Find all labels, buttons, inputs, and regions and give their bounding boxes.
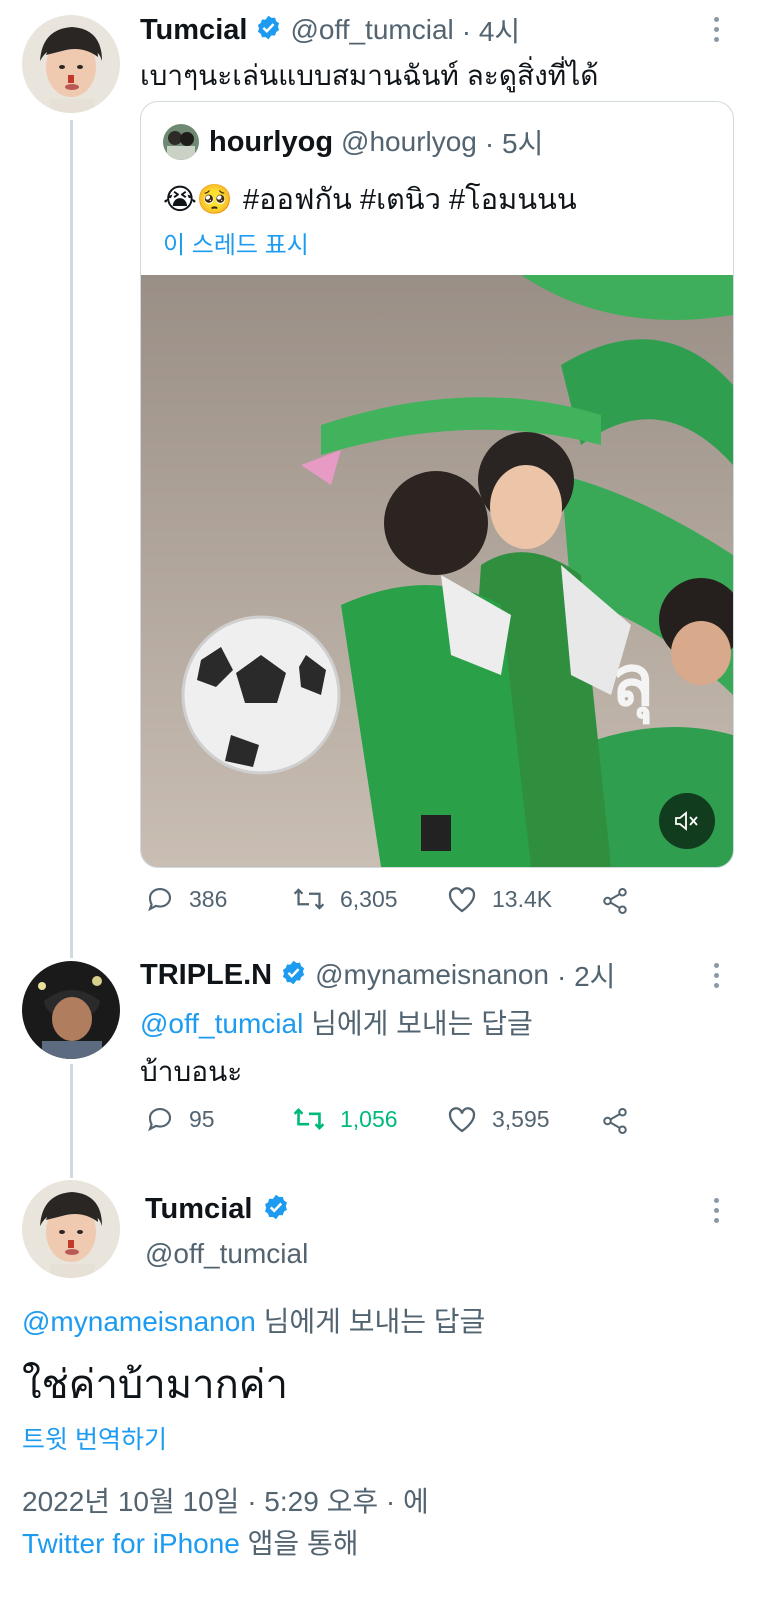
verified-badge-icon: [255, 14, 282, 46]
like-count: 13.4K: [492, 885, 553, 912]
more-options-icon[interactable]: [714, 17, 720, 47]
source-label: 앱을 통해: [239, 1528, 359, 1559]
quoted-hashtags[interactable]: #ออฟกัน #เตนิว #โอมนนน: [243, 176, 577, 222]
show-thread-link[interactable]: 이 스레드 표시: [163, 225, 309, 260]
retweet-count: 6,305: [340, 885, 398, 912]
tweet-datetime[interactable]: 2022년 10월 10일 · 5:29 오후 · 에: [22, 1480, 429, 1520]
quoted-author-name[interactable]: hourlyog: [209, 126, 333, 159]
author-handle[interactable]: @off_tumcial: [290, 14, 453, 46]
tweet-text: ใช่ค่าบ้ามากค่า: [22, 1363, 289, 1407]
emoji-text: 😭🥺: [163, 183, 233, 216]
thread-line: [70, 120, 73, 958]
tweet-text: บ้าบอนะ: [140, 1056, 243, 1087]
avatar[interactable]: [22, 1180, 120, 1278]
tweet-time[interactable]: · 2시: [557, 955, 615, 995]
reply-button[interactable]: 95: [145, 1104, 215, 1134]
retweet-button[interactable]: 1,056: [292, 1104, 398, 1134]
more-options-icon[interactable]: [714, 963, 720, 993]
share-button[interactable]: [600, 1106, 630, 1136]
avatar[interactable]: [163, 124, 199, 160]
share-button[interactable]: [600, 886, 630, 916]
more-options-icon[interactable]: [714, 1198, 720, 1228]
speaker-mute-icon[interactable]: [667, 801, 707, 841]
author-handle[interactable]: @mynameisnanon: [315, 959, 549, 991]
avatar[interactable]: [22, 15, 120, 113]
reply-to-handle[interactable]: @mynameisnanon: [22, 1306, 256, 1337]
source-app-link[interactable]: Twitter for iPhone: [22, 1528, 240, 1559]
verified-badge-icon: [280, 959, 307, 991]
author-name[interactable]: Tumcial: [145, 1193, 252, 1226]
author-name[interactable]: Tumcial: [140, 14, 247, 47]
reply-to-handle[interactable]: @off_tumcial: [140, 1008, 303, 1039]
quoted-tweet-time[interactable]: · 5시: [485, 122, 543, 162]
reply-count: 95: [189, 1105, 215, 1132]
author-handle[interactable]: @off_tumcial: [145, 1238, 308, 1270]
like-count: 3,595: [492, 1105, 550, 1132]
retweet-count: 1,056: [340, 1105, 398, 1132]
quoted-author-handle[interactable]: @hourlyog: [341, 126, 477, 158]
tweet-time[interactable]: · 4시: [462, 10, 520, 50]
tweet-text: เบาๆนะเล่นแบบสมานฉันท์ ละดูสิ่งที่ได้: [140, 60, 599, 91]
like-button[interactable]: 3,595: [446, 1104, 550, 1134]
reply-button[interactable]: 386: [145, 884, 227, 914]
avatar[interactable]: [22, 961, 120, 1059]
thread-line: [70, 1064, 73, 1178]
reply-to-label: 님에게 보내는 답글: [303, 1008, 533, 1039]
verified-badge-icon: [262, 1193, 290, 1226]
quoted-media-video[interactable]: ลุ: [141, 275, 733, 867]
quoted-tweet-card[interactable]: hourlyog @hourlyog · 5시 😭🥺 #ออฟกัน #เตนิ…: [140, 101, 734, 868]
reply-to-label: 님에게 보내는 답글: [255, 1306, 486, 1337]
author-name[interactable]: TRIPLE.N: [140, 959, 272, 992]
translate-tweet-link[interactable]: 트윗 번역하기: [22, 1420, 167, 1456]
retweet-button[interactable]: 6,305: [292, 884, 398, 914]
like-button[interactable]: 13.4K: [446, 884, 552, 914]
reply-count: 386: [189, 885, 228, 912]
